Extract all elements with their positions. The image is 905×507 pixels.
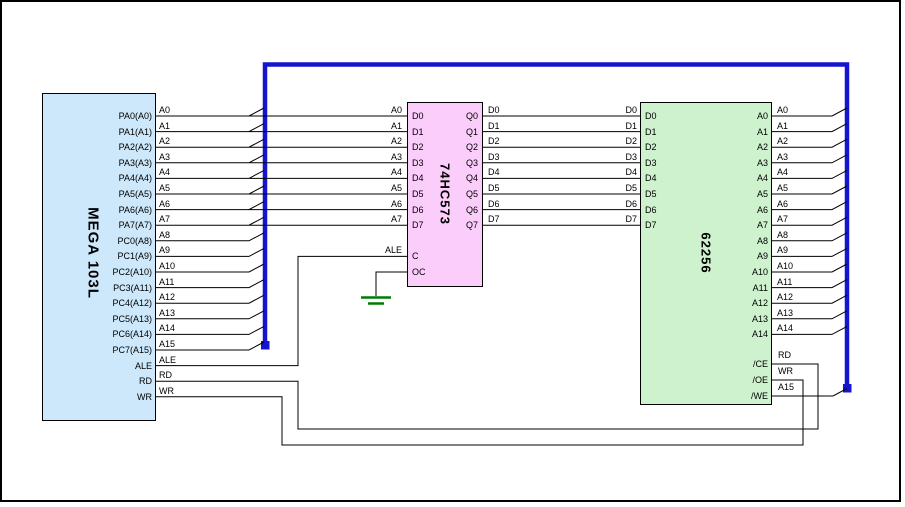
schematic-sheet: MEGA 103L 74HC573 62256 PA0(A0)PA1(A1)PA… xyxy=(0,0,905,507)
sheet-border xyxy=(0,0,901,502)
